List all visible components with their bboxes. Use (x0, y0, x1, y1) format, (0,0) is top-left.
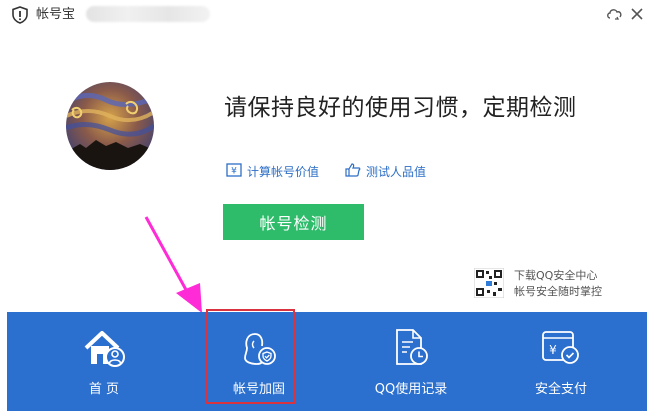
calculator-icon: ¥ (226, 163, 242, 180)
annotation-arrow (144, 216, 202, 313)
nav-item-secure-payment[interactable]: ¥ 安全支付 (523, 312, 599, 411)
usage-record-icon (389, 328, 433, 368)
app-title: 帐号宝 (36, 7, 76, 22)
account-check-button[interactable]: 帐号检测 (223, 204, 364, 240)
title-bar[interactable]: 帐号宝 (0, 0, 653, 30)
thumbs-up-icon (345, 163, 361, 180)
app-window: 帐号宝 请保持良好的使用习惯，定期检测 ¥ 计算帐号价值 测试人品值 帐号检测 … (0, 0, 653, 411)
promo-text: 下载QQ安全中心 帐号安全随时掌控 (514, 268, 602, 300)
avatar (66, 82, 154, 170)
bottom-nav: 首 页 帐号加固 QQ使用记录 ¥ 安全支付 (7, 312, 647, 411)
refresh-icon[interactable] (604, 4, 626, 24)
home-icon (82, 328, 126, 368)
highlight-box (206, 309, 295, 404)
headline: 请保持良好的使用习惯，定期检测 (224, 95, 577, 121)
promo-line-1: 下载QQ安全中心 (514, 269, 598, 282)
nav-label: QQ使用记录 (374, 382, 448, 397)
link-label: 计算帐号价值 (247, 165, 320, 179)
secure-payment-icon: ¥ (539, 328, 583, 368)
qr-code-icon (473, 267, 505, 299)
shield-icon (11, 6, 29, 24)
nav-item-home[interactable]: 首 页 (65, 312, 143, 411)
link-label: 测试人品值 (366, 165, 427, 179)
close-icon[interactable] (626, 4, 648, 24)
nav-label: 安全支付 (534, 382, 587, 397)
nav-label: 首 页 (88, 382, 120, 397)
test-character-link[interactable]: 测试人品值 (345, 163, 426, 180)
svg-text:¥: ¥ (549, 343, 557, 357)
promo-line-2: 帐号安全随时掌控 (514, 285, 602, 298)
calculate-account-value-link[interactable]: ¥ 计算帐号价值 (226, 163, 319, 180)
svg-text:¥: ¥ (231, 167, 237, 177)
blurred-account-id (86, 6, 210, 22)
nav-item-qq-usage-record[interactable]: QQ使用记录 (361, 312, 461, 411)
quick-links: ¥ 计算帐号价值 测试人品值 (226, 163, 426, 180)
